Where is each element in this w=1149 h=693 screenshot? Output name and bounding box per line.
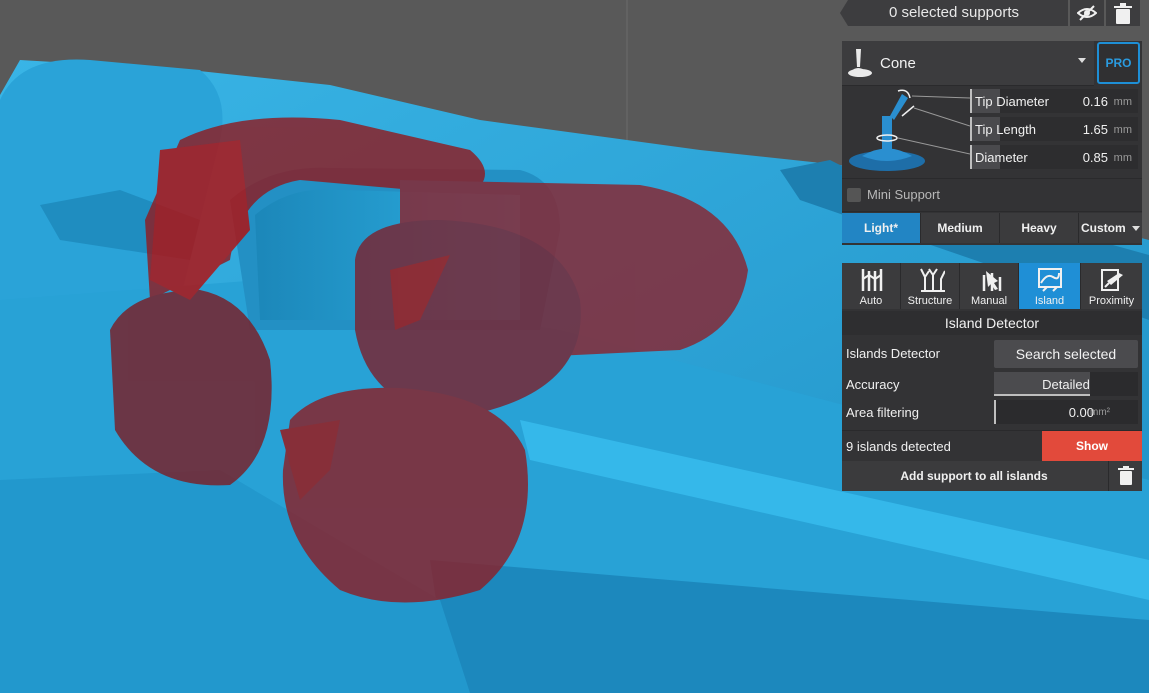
- param-label: Tip Diameter: [975, 94, 1049, 109]
- param-value: 0.16: [1082, 94, 1108, 109]
- tab-structure[interactable]: Structure: [901, 263, 960, 309]
- param-label: Diameter: [975, 150, 1028, 165]
- param-value: 0.85: [1082, 150, 1108, 165]
- support-diagram-icon: [849, 89, 971, 171]
- param-value: 1.65: [1082, 122, 1108, 137]
- tip-length-field[interactable]: Tip Length 1.65 mm: [970, 117, 1138, 141]
- delete-supports-button[interactable]: [1106, 0, 1140, 26]
- support-density-selector: Light* Medium Heavy Custom: [842, 213, 1142, 243]
- param-unit: mm: [1113, 96, 1132, 108]
- tip-diameter-field[interactable]: Tip Diameter 0.16 mm: [970, 89, 1138, 113]
- area-filtering-label: Area filtering: [846, 405, 919, 420]
- add-support-row: Add support to all islands: [842, 461, 1142, 491]
- tab-manual[interactable]: Manual: [960, 263, 1019, 309]
- pro-button[interactable]: PRO: [1097, 42, 1140, 84]
- density-medium-button[interactable]: Medium: [921, 213, 1000, 243]
- mini-support-row[interactable]: Mini Support: [842, 178, 1142, 212]
- tab-label: Manual: [970, 295, 1008, 307]
- manual-supports-icon: [982, 271, 1002, 291]
- selected-supports-indicator: 0 selected supports: [840, 0, 1068, 26]
- trash-icon: [1114, 3, 1132, 24]
- support-type-dropdown[interactable]: Cone: [842, 41, 1094, 86]
- param-label: Tip Length: [975, 122, 1036, 137]
- trash-icon: [1118, 466, 1134, 485]
- panel-title: Island Detector: [842, 311, 1142, 335]
- support-preview: [842, 86, 971, 174]
- tab-island[interactable]: Island: [1019, 263, 1081, 309]
- islands-detected-count: 9 islands detected: [846, 439, 951, 454]
- support-settings-panel: Cone PRO Tip Diameter 0.16 mm Tip Length…: [842, 41, 1142, 245]
- density-custom-label: Custom: [1080, 221, 1126, 235]
- accuracy-label: Accuracy: [846, 377, 900, 392]
- tab-label: Island: [1034, 295, 1065, 307]
- area-unit: mm²: [1090, 407, 1110, 418]
- tab-label: Auto: [859, 295, 883, 307]
- hide-supports-button[interactable]: [1070, 0, 1104, 26]
- add-support-all-islands-button[interactable]: Add support to all islands: [842, 469, 1106, 483]
- auto-supports-icon: [861, 269, 883, 291]
- chevron-down-icon: [1078, 58, 1086, 63]
- island-icon: [1038, 268, 1062, 292]
- islands-detected-row: 9 islands detected Show: [842, 430, 1142, 461]
- area-filtering-input[interactable]: 0.00 mm²: [994, 400, 1138, 424]
- cone-support-icon: [848, 49, 872, 77]
- proximity-icon: [1101, 269, 1123, 291]
- islands-detector-label: Islands Detector: [846, 346, 940, 361]
- clear-islands-button[interactable]: [1108, 461, 1143, 491]
- tab-label: Proximity: [1088, 295, 1135, 307]
- search-selected-button[interactable]: Search selected: [994, 340, 1138, 368]
- param-unit: mm: [1113, 124, 1132, 136]
- accuracy-slider[interactable]: Detailed: [994, 372, 1138, 396]
- mini-support-checkbox[interactable]: [847, 188, 861, 202]
- tab-auto[interactable]: Auto: [842, 263, 901, 309]
- structure-supports-icon: [920, 268, 945, 292]
- density-custom-dropdown[interactable]: Custom: [1079, 213, 1142, 243]
- tab-proximity[interactable]: Proximity: [1081, 263, 1142, 309]
- selected-supports-label: 0 selected supports: [888, 4, 1020, 21]
- show-islands-button[interactable]: Show: [1042, 431, 1142, 461]
- density-heavy-button[interactable]: Heavy: [1000, 213, 1079, 243]
- tab-label: Structure: [907, 295, 953, 307]
- chevron-down-icon: [1132, 226, 1140, 232]
- diameter-field[interactable]: Diameter 0.85 mm: [970, 145, 1138, 169]
- density-light-button[interactable]: Light*: [842, 213, 921, 243]
- support-type-label: Cone: [880, 55, 916, 72]
- accuracy-value: Detailed: [1042, 377, 1090, 392]
- mini-support-label: Mini Support: [867, 187, 940, 202]
- param-unit: mm: [1113, 152, 1132, 164]
- eye-slash-icon: [1077, 5, 1097, 21]
- island-detector-panel: Auto Structure Manual Island Proximity I…: [842, 263, 1142, 491]
